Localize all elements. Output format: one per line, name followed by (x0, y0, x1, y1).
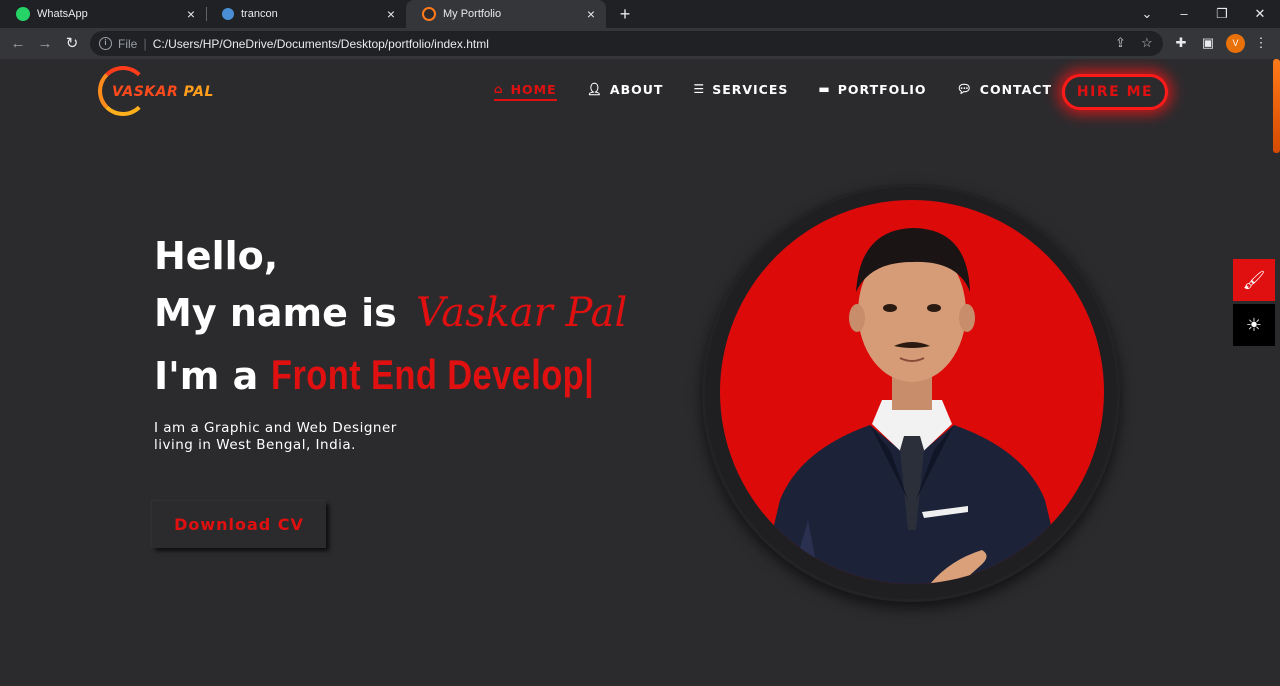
extensions-icon[interactable]: ✚ (1170, 32, 1192, 54)
share-icon[interactable]: ⇪ (1115, 35, 1126, 51)
close-tab-icon[interactable]: × (182, 6, 200, 22)
reload-button[interactable]: ↻ (60, 32, 84, 56)
download-cv-button[interactable]: Download CV (152, 501, 326, 548)
hero-name: Vaskar Pal (416, 290, 628, 336)
portfolio-page: VASKAR PAL ⌂ HOME 👤︎ ABOUT ☰ SERVICES ▬ … (0, 59, 1280, 686)
logo-second: PAL (183, 84, 214, 100)
nav-services[interactable]: ☰ SERVICES (693, 59, 788, 119)
main-nav: ⌂ HOME 👤︎ ABOUT ☰ SERVICES ▬ PORTFOLIO 💬… (494, 59, 1082, 119)
close-tab-icon[interactable]: × (382, 6, 400, 22)
nav-label: HOME (510, 81, 557, 97)
address-url[interactable]: C:/Users/HP/OneDrive/Documents/Desktop/p… (153, 37, 489, 51)
address-scheme: File (118, 36, 138, 51)
profile-photo-frame (702, 184, 1120, 602)
back-button[interactable]: ← (6, 32, 30, 56)
site-logo[interactable]: VASKAR PAL (96, 64, 226, 120)
briefcase-icon: ▬ (818, 82, 831, 96)
nav-contact[interactable]: 💬︎ CONTACT (957, 59, 1052, 119)
typing-caret: | (584, 351, 595, 398)
nav-label: ABOUT (609, 81, 664, 97)
hero-greeting: Hello, (154, 234, 279, 278)
hero-description: I am a Graphic and Web Designer living i… (154, 420, 397, 454)
tab-title: My Portfolio (443, 8, 502, 20)
close-tab-icon[interactable]: × (582, 6, 600, 22)
browser-tab-bar: WhatsApp × trancon × My Portfolio × + ⌄ … (0, 0, 1280, 28)
logo-first: VASKAR (112, 84, 179, 100)
comments-icon: 💬︎ (956, 82, 973, 96)
nav-label: PORTFOLIO (837, 81, 927, 97)
profile-photo (720, 200, 1104, 584)
forward-button[interactable]: → (33, 32, 57, 56)
globe-icon (222, 8, 234, 20)
address-bar[interactable]: i File | C:/Users/HP/OneDrive/Documents/… (90, 31, 1163, 56)
address-divider: | (143, 36, 147, 51)
side-panel-icon[interactable]: ▣ (1197, 32, 1219, 54)
name-prefix: My name is (154, 291, 397, 335)
whatsapp-icon (16, 7, 30, 21)
minimize-button[interactable]: – (1165, 0, 1203, 28)
nav-about[interactable]: 👤︎ ABOUT (587, 59, 664, 119)
logo-text: VASKAR PAL (112, 84, 214, 100)
nav-label: CONTACT (979, 81, 1052, 97)
hire-me-button[interactable]: HIRE ME (1062, 74, 1168, 110)
nav-label: SERVICES (712, 81, 789, 97)
person-illustration (760, 228, 1065, 584)
role-prefix: I'm a (154, 354, 259, 398)
tab-title: WhatsApp (37, 8, 88, 20)
info-icon[interactable]: i (99, 37, 112, 50)
profile-avatar[interactable]: V (1226, 34, 1245, 53)
restore-button[interactable]: ❐ (1203, 0, 1241, 28)
browser-toolbar: ← → ↻ i File | C:/Users/HP/OneDrive/Docu… (0, 28, 1280, 59)
tab-whatsapp[interactable]: WhatsApp × (0, 0, 206, 28)
tab-search-icon[interactable]: ⌄ (1128, 0, 1166, 28)
menu-icon[interactable]: ⋮ (1250, 32, 1272, 54)
new-tab-button[interactable]: + (614, 3, 636, 25)
tab-my-portfolio[interactable]: My Portfolio × (406, 0, 606, 28)
tab-title: trancon (241, 8, 278, 20)
portfolio-favicon-icon (422, 7, 436, 21)
user-icon: 👤︎ (586, 82, 603, 96)
nav-portfolio[interactable]: ▬ PORTFOLIO (818, 59, 926, 119)
bookmark-star-icon[interactable]: ☆ (1141, 35, 1153, 51)
tab-trancon[interactable]: trancon × (206, 0, 406, 28)
list-icon: ☰ (693, 82, 706, 96)
nav-home[interactable]: ⌂ HOME (494, 59, 557, 119)
hero-name-line: My name is Vaskar Pal (154, 290, 627, 336)
typed-role-text: Front End Develop (271, 351, 585, 398)
home-icon: ⌂ (494, 82, 504, 96)
hero-role-line: I'm a Front End Develop| (154, 351, 666, 399)
typed-role: Front End Develop| (271, 351, 594, 399)
paint-brush-icon[interactable]: 🖌︎ (1233, 259, 1275, 301)
scrollbar-thumb[interactable] (1273, 59, 1280, 153)
desc-line: living in West Bengal, India. (154, 437, 356, 453)
side-tools: 🖌︎ ☀︎ (1233, 259, 1275, 349)
close-window-button[interactable]: ✕ (1241, 0, 1279, 28)
theme-toggle-icon[interactable]: ☀︎ (1233, 304, 1275, 346)
desc-line: I am a Graphic and Web Designer (154, 420, 397, 436)
